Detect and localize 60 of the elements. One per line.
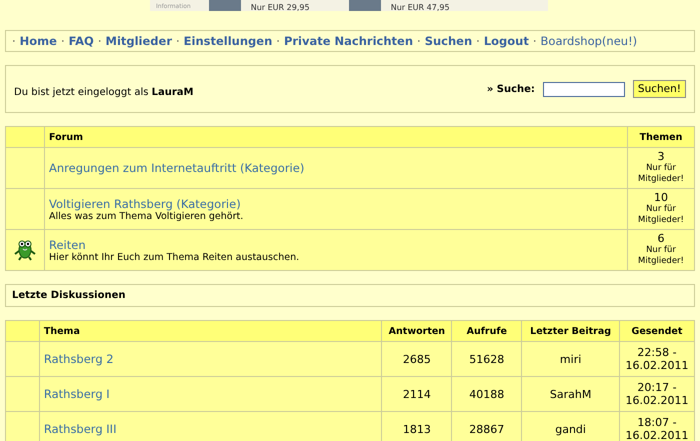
table-cell: 51628 — [452, 342, 522, 376]
table-cell: 1813 — [382, 412, 452, 441]
forum-link[interactable]: Voltigieren Rathsberg (Kategorie) — [49, 196, 241, 210]
separator: · — [60, 34, 65, 48]
table-cell: 40188 — [452, 376, 522, 412]
product-price: Nur EUR 47,95 — [390, 4, 451, 11]
table-cell: 18:07 - 16.02.2011 — [619, 412, 694, 441]
members-only-note: Nur für Mitglieder! — [637, 245, 685, 267]
topic-count: 10 — [654, 191, 668, 204]
header-cell: Letzter Beitrag — [522, 320, 620, 342]
nav-link[interactable]: Boardshop(neu!) — [540, 34, 638, 48]
photo-placeholder — [348, 0, 381, 11]
table-cell: gandi — [522, 412, 620, 441]
section-title: Letzte Diskussionen — [5, 284, 695, 307]
forum-description: Hier könnt Ihr Euch zum Thema Reiten austauschen. — [49, 252, 300, 262]
table-cell: miri — [522, 342, 620, 376]
product-price: Nur EUR 29,95 — [250, 4, 311, 11]
separator: · — [476, 34, 480, 48]
header-cell — [6, 126, 44, 148]
search-button[interactable]: Suchen! — [632, 80, 686, 98]
nav-link[interactable]: Private Nachrichten — [284, 34, 414, 48]
separator: · — [12, 34, 16, 48]
search-field[interactable] — [542, 82, 625, 96]
topic-link[interactable]: Rathsberg III — [44, 422, 116, 436]
topic-link[interactable]: Rathsberg I — [44, 387, 110, 401]
nav-link[interactable]: Home — [20, 34, 57, 48]
nav-link[interactable]: FAQ — [68, 34, 94, 48]
nav-link[interactable]: Suchen — [424, 34, 472, 48]
table-cell: 20:17 - 16.02.2011 — [619, 376, 694, 412]
members-only-note: Nur für Mitglieder! — [637, 163, 685, 185]
header-cell: Forum — [44, 126, 628, 148]
topic-count: 6 — [658, 232, 664, 245]
header-cell: Themen — [628, 126, 694, 148]
separator: · — [176, 34, 180, 48]
topic-count: 3 — [658, 150, 664, 163]
topic-link[interactable]: Rathsberg 2 — [44, 352, 114, 366]
separator: · — [417, 34, 421, 48]
separator: · — [98, 34, 102, 48]
login-status: Du bist jetzt eingeloggt als LauraM — [14, 86, 194, 98]
members-only-note: Nur für Mitglieder! — [637, 204, 685, 226]
table-cell: 2685 — [382, 342, 452, 376]
nav-link[interactable]: Einstellungen — [184, 34, 272, 48]
forum-description: Alles was zum Thema Voltigieren gehört. — [49, 210, 244, 222]
header-cell: Gesendet — [619, 320, 694, 342]
separator: · — [276, 34, 280, 48]
nav-link[interactable]: Logout — [484, 34, 529, 48]
forum-link[interactable]: Anregungen zum Internetauftritt (Kategorie) — [49, 161, 304, 175]
header-cell — [6, 320, 40, 342]
table-cell: 2114 — [382, 376, 452, 412]
search-label: » Suche: — [486, 84, 535, 94]
header-cell: Aufrufe — [452, 320, 522, 342]
header-cell: Thema — [39, 320, 382, 342]
forum-link[interactable]: Reiten — [49, 238, 86, 252]
photo-placeholder — [208, 0, 241, 11]
table-cell: SarahM — [522, 376, 620, 412]
header-cell: Antworten — [382, 320, 452, 342]
table-cell: 28867 — [452, 412, 522, 441]
table-cell: 22:58 - 16.02.2011 — [619, 342, 694, 376]
nav-link[interactable]: Mitglieder — [106, 34, 172, 48]
separator: · — [532, 34, 537, 48]
